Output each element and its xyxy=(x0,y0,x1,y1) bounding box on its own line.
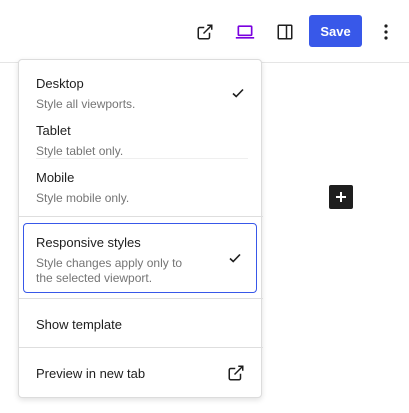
add-block-button[interactable] xyxy=(329,185,353,209)
device-preview-button[interactable] xyxy=(229,16,261,48)
save-button[interactable]: Save xyxy=(309,15,362,47)
editor-header: Save xyxy=(0,0,409,63)
menu-item-mobile[interactable]: Mobile Style mobile only. xyxy=(19,162,263,208)
menu-item-description: Style changes apply only to xyxy=(36,256,183,270)
more-vertical-icon xyxy=(384,24,388,40)
menu-item-description: Style mobile only. xyxy=(36,191,130,205)
sidebar-toggle-icon xyxy=(277,24,293,40)
view-site-button[interactable] xyxy=(189,16,221,48)
menu-item-label: Preview in new tab xyxy=(36,366,146,381)
external-link-icon xyxy=(228,365,244,381)
options-menu-button[interactable] xyxy=(370,16,402,48)
external-link-icon xyxy=(197,24,213,40)
plus-icon xyxy=(336,192,346,202)
menu-item-description: Style tablet only. xyxy=(36,144,124,158)
laptop-icon xyxy=(235,25,255,39)
settings-sidebar-toggle[interactable] xyxy=(269,16,301,48)
menu-item-label: Tablet xyxy=(36,123,71,138)
menu-item-label: Responsive styles xyxy=(36,235,141,250)
menu-item-label: Mobile xyxy=(36,170,75,185)
divider xyxy=(19,216,263,217)
menu-item-preview-new-tab[interactable]: Preview in new tab xyxy=(19,355,263,391)
check-icon xyxy=(229,253,241,263)
menu-item-label: Show template xyxy=(36,317,122,332)
divider xyxy=(19,298,263,299)
menu-item-desktop[interactable]: Desktop Style all viewports. xyxy=(19,68,263,114)
menu-item-description: the selected viewport. xyxy=(36,271,153,285)
menu-item-label: Desktop xyxy=(36,76,84,91)
menu-item-tablet[interactable]: Tablet Style tablet only. xyxy=(19,115,263,161)
menu-item-description: Style all viewports. xyxy=(36,97,136,111)
preview-dropdown-menu: Desktop Style all viewports. Tablet Styl… xyxy=(18,59,263,398)
menu-item-show-template[interactable]: Show template xyxy=(19,306,263,342)
menu-item-responsive-styles[interactable]: Responsive styles Style changes apply on… xyxy=(23,223,257,293)
divider xyxy=(36,158,248,159)
divider xyxy=(19,347,263,348)
check-icon xyxy=(232,88,244,98)
